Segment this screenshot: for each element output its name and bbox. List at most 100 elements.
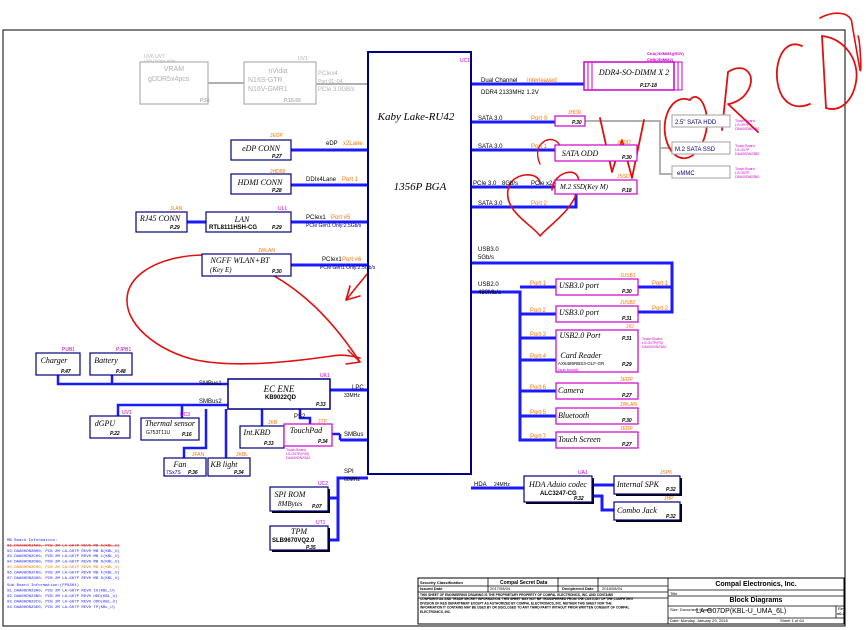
lan-chip: RTL8111HSH-CG <box>209 225 257 231</box>
ec-smbus2: SMBus2 <box>199 399 222 405</box>
hda-rate: 24MHz <box>494 482 510 488</box>
company-name: Compal Electronics, Inc. <box>715 581 796 588</box>
sata0-port: Port 0 <box>531 116 548 122</box>
hdmi-page: P.28 <box>272 188 282 194</box>
card-page: P.29 <box>622 362 632 368</box>
usb20-note: DAA00DN23A0 <box>642 345 666 349</box>
sata0-page: P.30 <box>572 120 582 126</box>
hdmi-label: HDMI CONN <box>237 178 283 187</box>
spirom-sub: 8MBytes <box>278 500 303 508</box>
info-line: 03.DAA00DN2C00, PCB 2M LA-G07P REV0 MB C… <box>7 554 120 559</box>
touchscreen-ref: JEDP <box>620 426 633 432</box>
sata0-ref: JHDD <box>568 110 582 116</box>
fan-ref: JFAN <box>192 452 205 458</box>
dgpu-label: dGPU <box>95 419 117 428</box>
touchscreen-label: Touch Screen <box>558 435 601 444</box>
battery-ref: PJPB1 <box>116 347 132 353</box>
ddr-page: P.17-18 <box>640 83 657 89</box>
pcie-ssd-bus: PCIe 3.0 <box>473 181 497 187</box>
usb30a-page: P.30 <box>622 289 632 295</box>
info-line: 02.DAA00DN23B0, PCB 2M LA-G07P REV0 HDD(… <box>7 594 117 599</box>
card-port: Port 4 <box>530 354 547 360</box>
sata0-bus: SATA 3.0 <box>478 116 503 122</box>
info-line: 04.DAA00DN2D00, PCB 2M LA-G07P REV0 MB D… <box>7 560 120 565</box>
usb2-bus: USB2.0 <box>478 282 499 288</box>
codec-page: P.32 <box>574 496 584 502</box>
lan-bus: PCIex1 <box>306 215 326 221</box>
usb3-rate: 5Gb/s <box>478 255 494 261</box>
touchpad-label: TouchPad <box>290 426 323 435</box>
spirom-ref: UC2 <box>318 481 328 487</box>
usb20-label: USB2.0 Port <box>560 331 602 340</box>
lan-port: Port #5 <box>331 215 351 221</box>
fan-label: Fan <box>173 460 187 469</box>
kbd-page: P.33 <box>264 441 274 447</box>
edp-ref: JEDP <box>270 133 283 139</box>
info-line: 04.DAA00DN23D0, PCB 2M LA-G07P REV0 TP(K… <box>7 605 115 610</box>
gpu-bus: PCIex4 <box>318 71 338 77</box>
info-line: 06.DAA00DN2F00, PCB 2M LA-G07P REV0 MB F… <box>7 570 120 575</box>
wlan-bus: PCIex1 <box>322 257 342 263</box>
sheet-value: Sheet 1 of 64 <box>780 618 805 623</box>
card-chip: AX6485RBS3-GLF-GR <box>558 361 605 366</box>
usb30b-port-r: Port 2 <box>652 306 669 312</box>
kblight-label: KB light <box>210 460 239 469</box>
info-line: 02.DAA00DN2B00, PCB 2M LA-G07P REV0 MB B… <box>7 549 120 554</box>
jack-link <box>592 494 614 512</box>
usb30b-port: Port 2 <box>530 308 547 314</box>
usb30a-ref: JUSB1 <box>620 273 636 279</box>
camera-port: Port 6 <box>530 385 547 391</box>
kbd-label: Int.KBD <box>243 428 271 437</box>
ddr-ch-b: ChB(JDIMM2) <box>647 57 674 62</box>
camera-page: P.27 <box>622 393 632 399</box>
title-value: Block Diagrams <box>730 597 783 604</box>
rj45-ref: JLAN <box>170 206 183 212</box>
size-label: Size <box>670 607 679 612</box>
cpu-package: 1356P BGA <box>394 181 447 193</box>
date-value: Date: Monday, January 29, 2018 <box>670 618 729 623</box>
lan-ref: UL1 <box>278 206 287 212</box>
vram-label: VRAM <box>164 66 184 73</box>
sec-label: Security Classification <box>420 580 463 585</box>
odd-ref: JODD <box>617 140 631 146</box>
gpu-port: Port 01~04 <box>318 79 343 85</box>
edp-page: P.27 <box>272 154 282 160</box>
camera-ref: JEDP <box>620 377 633 383</box>
battery-page: P.48 <box>116 369 126 375</box>
info-line: 01.DAA00DN2A00, PCB 2M LA-G07P REV0 MB A… <box>7 543 120 548</box>
charger-page: P.47 <box>61 369 71 375</box>
vram-page: P.56 <box>200 98 210 104</box>
edp-lane: x2Lane <box>343 141 363 147</box>
camera-label: Camera <box>558 386 584 395</box>
lpc-rate: 33MHz <box>344 393 360 399</box>
bt-port: Port 5 <box>530 410 547 416</box>
usb2-rate: 480Mb/s <box>478 290 501 296</box>
fan-sub: 7Sx7S <box>166 470 181 476</box>
odd-label: SATA ODD <box>562 149 599 158</box>
hda-bus: HDA <box>474 482 487 488</box>
odd-page: P.30 <box>622 155 632 161</box>
kbd-ref: JKB <box>268 420 278 426</box>
spirom-label: SPI ROM <box>275 490 307 499</box>
pcie-ssd-rate: 8Gb/s <box>502 181 518 187</box>
spi-line <box>328 476 368 542</box>
handwriting-stroke <box>775 43 811 108</box>
gpu-n16s: N16S-GTR <box>248 77 283 84</box>
hdmi-port: Port 1 <box>342 177 359 183</box>
ddr-bus-a: Dual Channel <box>481 78 517 84</box>
spirom-page: P.07 <box>312 504 322 510</box>
thermal-ref: UC3 <box>180 412 190 418</box>
cpu-name: Kaby Lake-RU42 <box>377 111 455 123</box>
codec-label: HDA Aduio codec <box>528 480 587 489</box>
codec-ref: UA1 <box>578 470 588 476</box>
jack-page: P.32 <box>666 514 676 520</box>
vram-ref-b: UV8 UV9(or 4Gb) <box>144 58 176 63</box>
hdmi-ref: JHDMI <box>270 169 285 175</box>
title-label: Title <box>670 591 678 596</box>
handwriting-stroke <box>821 35 858 110</box>
m2sata-note: DAA00DN23B0 <box>735 152 759 156</box>
dgpu-page: P.22 <box>110 431 120 437</box>
lan-label: LAN <box>234 215 250 224</box>
usb3-bus: USB3.0 <box>478 247 499 253</box>
usb30b-ref: JUSB2 <box>620 300 636 306</box>
